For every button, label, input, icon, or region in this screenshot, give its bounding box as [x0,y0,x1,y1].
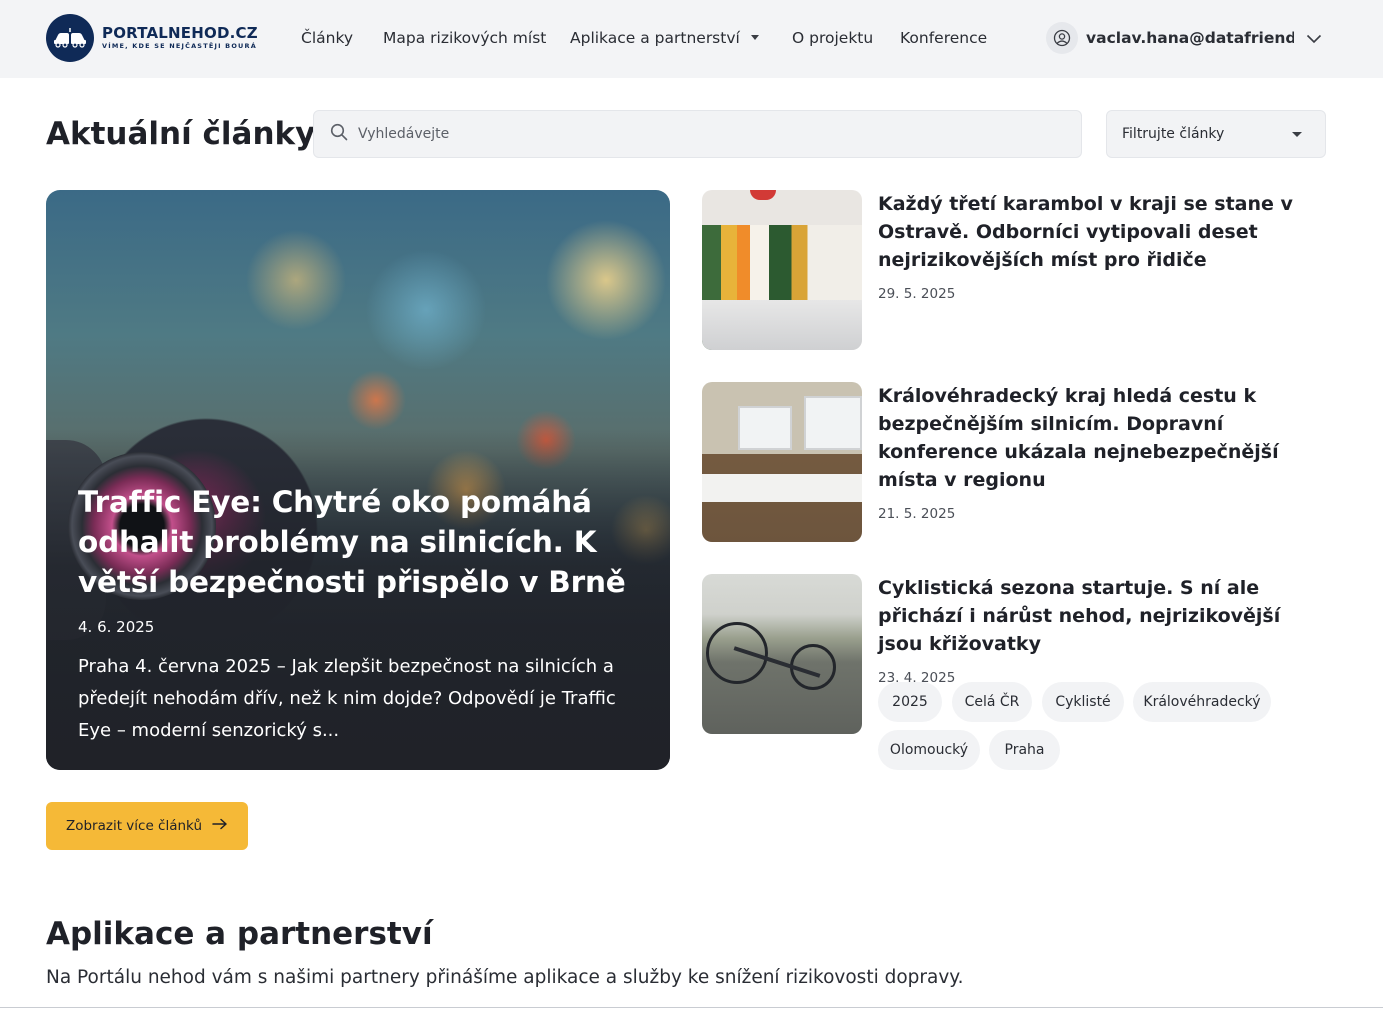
filter-select[interactable]: Filtrujte články [1106,110,1326,158]
nav-item-aplikace-label: Aplikace a partnerství [570,29,740,47]
featured-article-title[interactable]: Traffic Eye: Chytré oko pomáhá odhalit p… [78,482,648,602]
show-more-label: Zobrazit více článků [65,818,203,834]
tag-chip[interactable]: Olomoucký [878,730,980,770]
article-thumbnail[interactable] [702,382,862,542]
featured-article-date: 4. 6. 2025 [78,618,155,636]
nav-item-aplikace[interactable]: Aplikace a partnerství [570,28,759,48]
logo-name: PORTALNEHOD.CZ [102,24,258,42]
article-title[interactable]: Královéhradecký kraj hledá cestu k bezpe… [878,382,1318,494]
tag-chip[interactable]: Praha [989,730,1060,770]
search-box[interactable] [313,110,1082,158]
logo-tagline: VÍME, KDE SE NEJČASTĚJI BOURÁ [102,42,257,50]
user-email: vaclav.hana@datafriends... [1086,29,1294,47]
articles-title: Aktuální články [46,116,316,152]
top-navbar: PORTALNEHOD.CZ VÍME, KDE SE NEJČASTĚJI B… [0,0,1383,78]
nav-item-konference[interactable]: Konference [900,28,987,48]
caret-down-icon [1292,132,1302,137]
article-thumbnail[interactable] [702,190,862,350]
show-more-articles-button[interactable]: Zobrazit více článků [46,802,248,850]
article-title[interactable]: Každý třetí karambol v kraji se stane v … [878,190,1318,274]
apps-section-subtitle: Na Portálu nehod vám s našimi partnery p… [46,967,964,988]
tag-chip[interactable]: Cyklisté [1042,682,1124,722]
user-circle-icon [1046,22,1078,54]
site-logo[interactable]: PORTALNEHOD.CZ VÍME, KDE SE NEJČASTĚJI B… [46,14,258,62]
tag-chip[interactable]: Celá ČR [952,682,1032,722]
article-title[interactable]: Cyklistická sezona startuje. S ní ale př… [878,574,1318,658]
thumbnail-table [702,300,862,350]
chevron-down-icon [1306,29,1322,48]
tag-chip[interactable]: Královéhradecký [1133,682,1271,722]
arrow-right-icon [212,818,228,834]
thumbnail-screen [804,396,862,450]
divider [0,1007,1383,1008]
filter-label: Filtrujte články [1122,126,1225,142]
article-date: 29. 5. 2025 [878,286,956,302]
article-date: 21. 5. 2025 [878,506,956,522]
featured-article-excerpt: Praha 4. června 2025 – Jak zlepšit bezpe… [78,656,616,741]
car-crash-icon [46,14,94,62]
article-thumbnail[interactable] [702,574,862,734]
user-menu[interactable]: vaclav.hana@datafriends... [1046,22,1322,54]
search-input[interactable] [358,126,1038,142]
search-icon [330,123,348,145]
apps-section-title: Aplikace a partnerství [46,916,433,952]
nav-item-o-projektu[interactable]: O projektu [792,28,873,48]
nav-item-mapa[interactable]: Mapa rizikových míst [383,28,546,48]
thumbnail-screen [738,406,792,450]
featured-article-card[interactable]: Traffic Eye: Chytré oko pomáhá odhalit p… [46,190,670,770]
thumbnail-logo-mark [750,190,776,200]
nav-item-clanky[interactable]: Články [301,28,353,48]
tag-chip[interactable]: 2025 [878,682,942,722]
caret-down-icon [750,35,759,40]
thumbnail-desk [702,474,862,502]
